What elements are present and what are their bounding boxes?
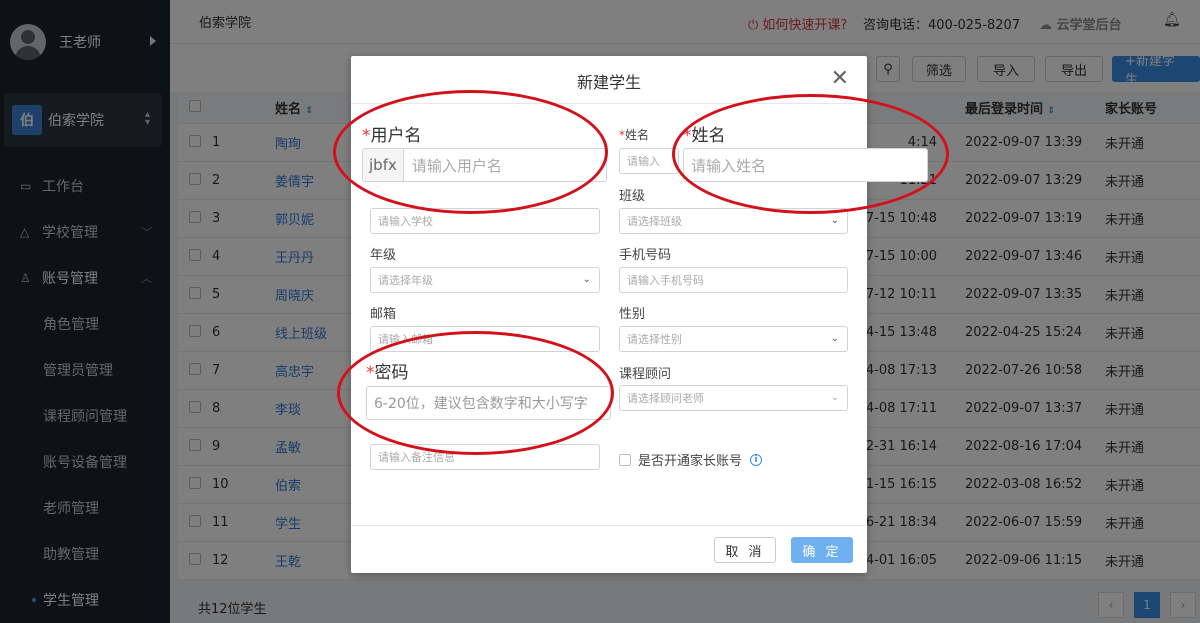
name-input-small[interactable]: 请输入 [619, 148, 679, 174]
chevron-down-icon: ⌄ [830, 215, 839, 226]
chevron-down-icon: ⌄ [582, 274, 591, 285]
name-label-small: *姓名 [619, 128, 650, 142]
phone-input[interactable]: 请输入手机号码 [619, 267, 848, 293]
gender-label: 性别 [619, 307, 646, 322]
gender-select[interactable]: 请选择性别 ⌄ [619, 326, 848, 352]
annotation-ellipse-name [672, 94, 949, 214]
grade-select[interactable]: 请选择年级 ⌄ [370, 267, 600, 293]
info-icon[interactable]: i [750, 453, 763, 466]
annotation-ellipse-username [333, 90, 608, 214]
dialog-title: 新建学生 [576, 73, 641, 92]
confirm-button[interactable]: 确 定 [791, 537, 853, 563]
parent-account-checkbox[interactable] [619, 453, 631, 466]
email-label: 邮箱 [370, 307, 397, 322]
phone-label: 手机号码 [619, 248, 672, 263]
chevron-down-icon: ⌄ [830, 392, 839, 403]
parent-account-option[interactable]: 是否开通家长账号 i [619, 450, 763, 469]
annotation-ellipse-password [337, 331, 614, 455]
close-icon[interactable]: ✕ [831, 66, 849, 91]
grade-label: 年级 [370, 248, 397, 263]
cancel-button[interactable]: 取 消 [714, 537, 776, 563]
advisor-label: 课程顾问 [619, 367, 672, 382]
class-label: 班级 [619, 189, 646, 204]
chevron-down-icon: ⌄ [830, 333, 839, 344]
advisor-select[interactable]: 请选择顾问老师 ⌄ [619, 385, 848, 411]
